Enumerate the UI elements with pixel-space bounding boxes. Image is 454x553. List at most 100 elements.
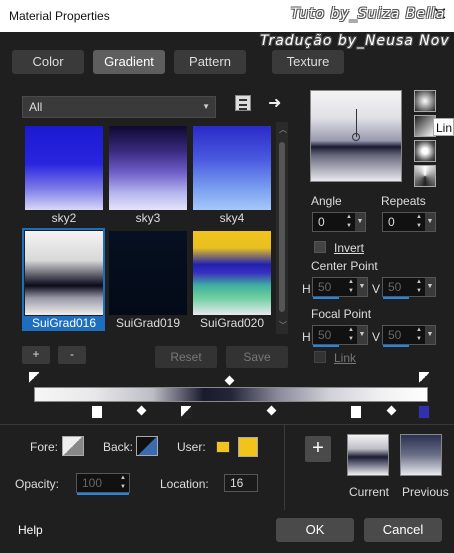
gradient-thumb-sky4[interactable] bbox=[193, 126, 271, 210]
chevron-down-icon[interactable]: ▼ bbox=[425, 278, 435, 296]
angle-handle-icon[interactable] bbox=[352, 133, 360, 141]
opacity-midpoint[interactable] bbox=[224, 375, 235, 386]
invert-checkbox[interactable] bbox=[314, 241, 326, 253]
scroll-up-icon[interactable]: ︿ bbox=[279, 124, 287, 135]
tab-gradient[interactable]: Gradient bbox=[93, 50, 165, 74]
library-icon[interactable] bbox=[235, 95, 251, 111]
focal-h-bar bbox=[313, 345, 339, 347]
center-v-value: 50 bbox=[388, 280, 402, 294]
gradient-thumb-suigrad019[interactable] bbox=[109, 231, 187, 315]
chevron-down-icon[interactable]: ▼ bbox=[425, 326, 435, 344]
angle-input[interactable]: 0 ▲ ▼ ▼ bbox=[312, 212, 366, 232]
repeats-value: 0 bbox=[388, 215, 395, 229]
color-stop[interactable] bbox=[91, 405, 103, 419]
focal-h-value: 50 bbox=[318, 328, 332, 342]
opacity-input[interactable]: 100 ▲ ▼ bbox=[76, 473, 130, 495]
tab-texture[interactable]: Texture bbox=[272, 50, 344, 74]
location-label: Location: bbox=[160, 477, 209, 491]
radial-style-icon[interactable] bbox=[414, 140, 436, 162]
focal-h-label: H bbox=[302, 330, 311, 344]
opacity-stop-end[interactable] bbox=[418, 371, 430, 385]
reset-button[interactable]: Reset bbox=[155, 346, 217, 368]
focal-h-input[interactable]: 50 ▲ ▼ ▼ bbox=[312, 325, 368, 347]
linear-style-icon[interactable] bbox=[414, 90, 436, 112]
help-link[interactable]: Help bbox=[18, 523, 43, 537]
chevron-down-icon[interactable]: ▼ bbox=[357, 326, 367, 344]
gradient-thumb-suigrad020[interactable] bbox=[193, 231, 271, 315]
scrollbar-thumb[interactable] bbox=[279, 142, 285, 312]
spin-arrows-icon[interactable]: ▲ ▼ bbox=[345, 213, 353, 231]
save-button[interactable]: Save bbox=[226, 346, 288, 368]
add-gradient-button[interactable]: + bbox=[22, 346, 50, 364]
gradient-list-scrollbar[interactable]: ︿ ﹀ bbox=[276, 122, 288, 334]
divider bbox=[284, 424, 285, 510]
gradient-label: SuiGrad016 bbox=[24, 316, 104, 330]
gradient-preview[interactable] bbox=[310, 90, 402, 182]
focal-point-label: Focal Point bbox=[311, 307, 372, 321]
focal-v-bar bbox=[383, 345, 409, 347]
opacity-value: 100 bbox=[82, 476, 103, 490]
spin-arrows-icon[interactable]: ▲ ▼ bbox=[119, 474, 127, 492]
fore-swatch[interactable] bbox=[62, 436, 84, 456]
chevron-down-icon[interactable]: ▼ bbox=[355, 213, 365, 231]
watermark-line-1: Tuto by_Suiza Bella bbox=[291, 6, 446, 22]
center-point-label: Center Point bbox=[311, 259, 378, 273]
gradient-editor-bar[interactable] bbox=[34, 387, 428, 402]
location-value: 16 bbox=[230, 476, 244, 490]
color-midpoint[interactable] bbox=[266, 405, 277, 416]
cancel-button[interactable]: Cancel bbox=[364, 518, 442, 542]
chevron-down-icon[interactable]: ▼ bbox=[425, 213, 435, 231]
gradient-label: SuiGrad020 bbox=[199, 316, 265, 330]
invert-label: Invert bbox=[334, 241, 365, 255]
focal-v-value: 50 bbox=[388, 328, 402, 342]
gradient-thumb-sky3[interactable] bbox=[109, 126, 187, 210]
back-label: Back: bbox=[103, 440, 134, 454]
focal-v-input[interactable]: 50 ▲ ▼ ▼ bbox=[382, 325, 436, 347]
link-checkbox[interactable] bbox=[314, 351, 326, 363]
angle-label: Angle bbox=[311, 194, 342, 208]
tab-color[interactable]: Color bbox=[12, 50, 84, 74]
gradient-thumb-sky2[interactable] bbox=[25, 126, 103, 210]
spin-arrows-icon[interactable]: ▲ ▼ bbox=[415, 326, 423, 344]
opacity-label: Opacity: bbox=[15, 477, 60, 491]
color-stop[interactable] bbox=[180, 405, 192, 419]
center-v-label: V bbox=[372, 282, 381, 296]
opacity-stop-start[interactable] bbox=[28, 371, 40, 385]
add-to-swatches-button[interactable]: + bbox=[305, 436, 331, 462]
category-dropdown[interactable]: All ▼ bbox=[22, 96, 216, 118]
spin-arrows-icon[interactable]: ▲ ▼ bbox=[347, 326, 355, 344]
remove-gradient-button[interactable]: - bbox=[58, 346, 86, 364]
scroll-down-icon[interactable]: ﹀ bbox=[279, 320, 287, 331]
color-midpoint[interactable] bbox=[386, 405, 397, 416]
gradient-thumb-suigrad016[interactable] bbox=[25, 231, 103, 315]
back-swatch[interactable] bbox=[136, 436, 158, 456]
color-stop[interactable] bbox=[350, 405, 362, 419]
sunburst-style-icon[interactable] bbox=[414, 165, 436, 187]
window-title: Material Properties bbox=[9, 9, 110, 23]
spin-arrows-icon[interactable]: ▲ ▼ bbox=[347, 278, 355, 296]
angle-value: 0 bbox=[318, 215, 325, 229]
user-swatch[interactable] bbox=[238, 437, 258, 457]
chevron-down-icon: ▼ bbox=[202, 102, 210, 111]
center-h-input[interactable]: 50 ▲ ▼ ▼ bbox=[312, 277, 368, 299]
repeats-input[interactable]: 0 ▲ ▼ ▼ bbox=[382, 212, 436, 232]
user-swatch-small[interactable] bbox=[216, 441, 230, 453]
spin-arrows-icon[interactable]: ▲ ▼ bbox=[415, 213, 423, 231]
spin-arrows-icon[interactable]: ▲ ▼ bbox=[415, 278, 423, 296]
color-stop-selected[interactable] bbox=[418, 405, 430, 419]
chevron-down-icon[interactable]: ▼ bbox=[357, 278, 367, 296]
color-midpoint[interactable] bbox=[136, 405, 147, 416]
center-v-input[interactable]: 50 ▲ ▼ ▼ bbox=[382, 277, 436, 299]
repeats-label: Repeats bbox=[381, 194, 426, 208]
ok-button[interactable]: OK bbox=[276, 518, 354, 542]
gradient-label: sky2 bbox=[51, 211, 77, 225]
style-tooltip: Lin bbox=[433, 118, 454, 136]
location-input[interactable]: 16 bbox=[224, 474, 258, 492]
current-preview[interactable] bbox=[347, 434, 389, 476]
previous-preview[interactable] bbox=[400, 434, 442, 476]
arrow-right-icon[interactable]: ➜ bbox=[268, 93, 281, 113]
gradient-label: SuiGrad019 bbox=[115, 316, 181, 330]
center-v-bar bbox=[383, 297, 409, 299]
tab-pattern[interactable]: Pattern bbox=[174, 50, 246, 74]
divider bbox=[0, 424, 454, 425]
